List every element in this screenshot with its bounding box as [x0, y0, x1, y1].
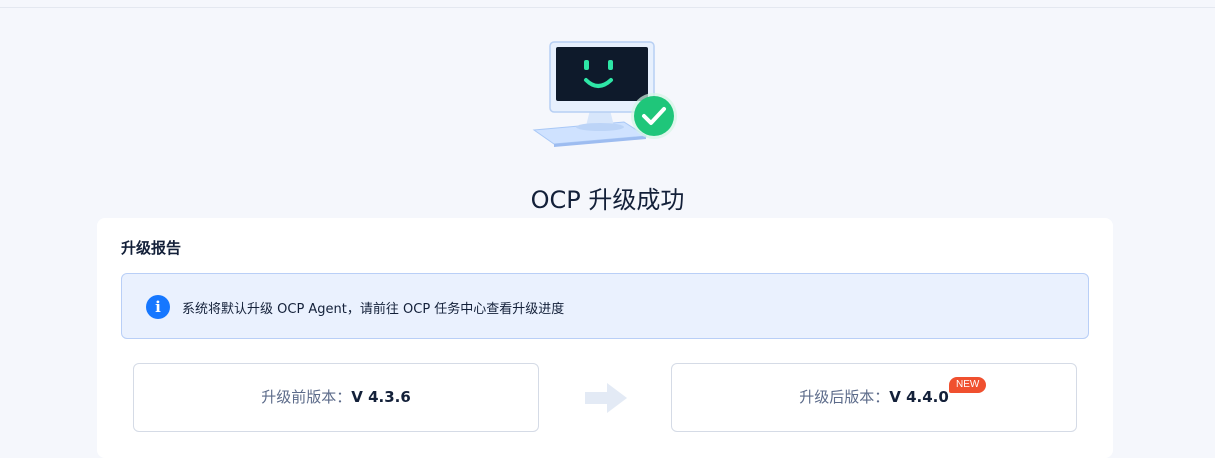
page-title: OCP 升级成功 [530, 186, 685, 214]
arrow-right-icon [585, 383, 627, 413]
new-badge: NEW [949, 377, 987, 393]
version-before-label: 升级前版本： [261, 388, 352, 406]
top-bar [0, 0, 1215, 8]
alert-message: 系统将默认升级 OCP Agent，请前往 OCP 任务中心查看升级进度 [182, 302, 565, 317]
upgrade-report-card: 升级报告 i 系统将默认升级 OCP Agent，请前往 OCP 任务中心查看升… [97, 218, 1113, 458]
version-after-label: 升级后版本： [799, 388, 890, 406]
version-before-value: V 4.3.6 [351, 388, 411, 406]
success-computer-illustration [532, 41, 677, 147]
info-alert: i 系统将默认升级 OCP Agent，请前往 OCP 任务中心查看升级进度 [121, 273, 1089, 339]
version-after-value: V 4.4.0 [889, 388, 949, 406]
version-before-box: 升级前版本：V 4.3.6 [133, 363, 539, 432]
info-icon: i [146, 295, 170, 319]
version-after-box: 升级后版本：V 4.4.0 [671, 363, 1077, 432]
report-title: 升级报告 [121, 239, 182, 257]
